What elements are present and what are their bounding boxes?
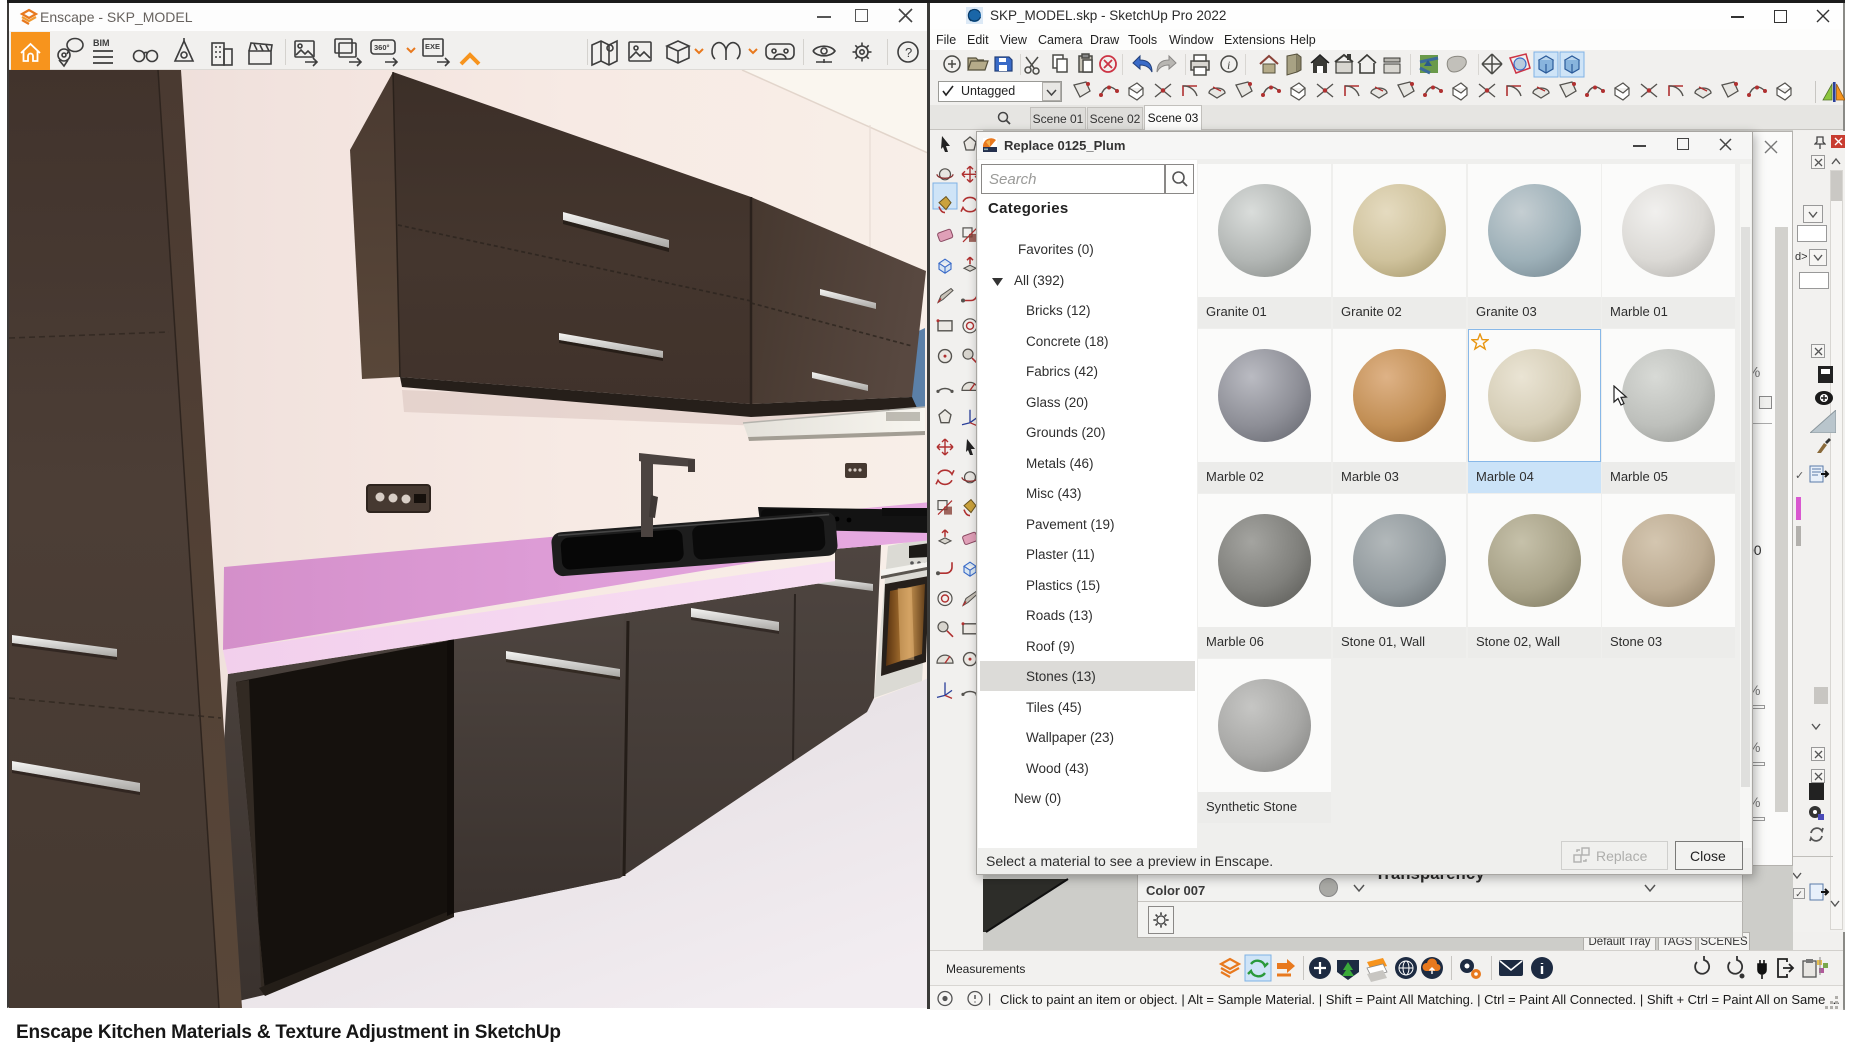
svg-text:i: i: [1227, 58, 1230, 72]
svg-text:?: ?: [905, 45, 912, 60]
svg-text:EXE: EXE: [425, 42, 440, 51]
svg-text:BIM: BIM: [93, 38, 110, 48]
svg-text:360°: 360°: [374, 43, 390, 52]
